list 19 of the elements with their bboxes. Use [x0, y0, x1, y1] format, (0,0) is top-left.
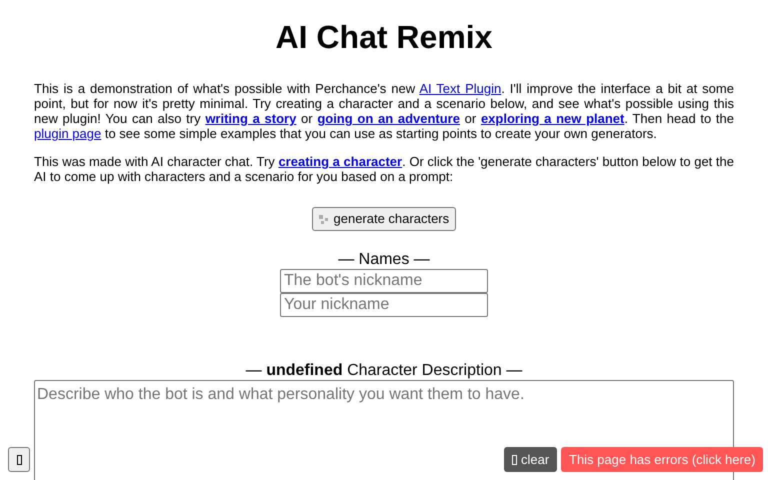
text-link[interactable]: plugin page: [34, 126, 102, 142]
generate-characters-button[interactable]: generate characters: [312, 207, 456, 231]
text-link[interactable]: creating a character: [278, 154, 402, 170]
missing-glyph-icon: [16, 454, 22, 464]
text-link[interactable]: writing a story: [205, 111, 296, 126]
missing-glyph-icon: [512, 454, 517, 464]
text-link[interactable]: exploring a new planet: [480, 111, 624, 126]
sparkle-icon: [318, 215, 330, 224]
clear-button[interactable]: clear: [504, 447, 558, 472]
nickname-field[interactable]: Your nickname: [280, 293, 488, 318]
nickname-field[interactable]: The bot's nickname: [280, 269, 488, 294]
section-heading: — Names —: [337, 251, 431, 270]
text-link[interactable]: AI Text Plugin: [419, 81, 502, 96]
intro-paragraph: This is a demonstration of what's possible with Perchance's new AI Text Plugin. I'll improve the interface a bit at some point, but for now it's pretty minimal. Try creating a character and a scenario below, and see what's possible using this new plugin! You can also try writing a story or going on an adventure or exploring a new planet. Then head to the plugin page to see some simple examples that you can use as starting points to create your own generators.: [34, 81, 734, 142]
page-title: AI Chat Remix: [274, 20, 494, 56]
info-paragraph: This was made with AI character chat. Try creating a character. Or click the 'generate characters' button below to get the AI to come up with characters and a scenario for you based on a prompt:: [34, 154, 734, 184]
text-link[interactable]: going on an adventure: [317, 111, 460, 126]
toggle-button[interactable]: [8, 447, 30, 472]
section-heading: — undefined Character Description —: [244, 362, 524, 380]
